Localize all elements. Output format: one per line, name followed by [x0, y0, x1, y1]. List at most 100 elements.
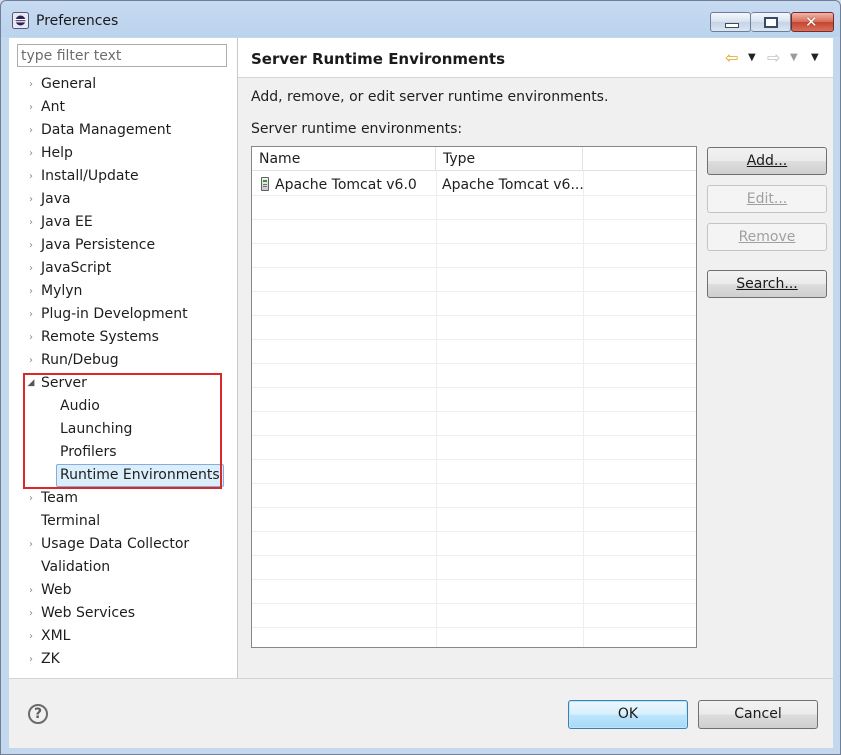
- tree-item[interactable]: Launching: [9, 418, 237, 441]
- tree-item[interactable]: › Install/Update: [9, 165, 237, 188]
- tree-item[interactable]: › Java Persistence: [9, 234, 237, 257]
- tree-item[interactable]: › Help: [9, 142, 237, 165]
- table-row-line: [252, 315, 696, 316]
- tree-item-label: General: [41, 76, 97, 92]
- expand-arrow-icon[interactable]: ›: [26, 211, 36, 234]
- title-bar[interactable]: Preferences ✕: [1, 1, 840, 41]
- expand-arrow-icon[interactable]: ›: [26, 625, 36, 648]
- collapse-arrow-icon[interactable]: ◢: [26, 372, 36, 395]
- column-header-type[interactable]: Type: [436, 147, 583, 171]
- edit-button[interactable]: Edit...: [707, 185, 827, 213]
- table-row-type[interactable]: Apache Tomcat v6...: [442, 173, 584, 197]
- filter-input[interactable]: [17, 44, 227, 67]
- close-button[interactable]: ✕: [791, 12, 834, 32]
- tree-item[interactable]: › JavaScript: [9, 257, 237, 280]
- preferences-window: Preferences ✕ › General › Ant › Data Manageme…: [0, 0, 841, 755]
- expand-arrow-icon[interactable]: ›: [26, 303, 36, 326]
- expand-arrow-icon[interactable]: ›: [26, 73, 36, 96]
- expand-arrow-icon[interactable]: ›: [26, 487, 36, 510]
- preference-tree-pane: › General › Ant › Data Management › Help › Instal…: [9, 38, 237, 678]
- tree-item[interactable]: › Mylyn: [9, 280, 237, 303]
- tree-item[interactable]: Validation: [9, 556, 237, 579]
- expand-arrow-icon[interactable]: ›: [26, 234, 36, 257]
- back-dropdown-icon[interactable]: ▼: [748, 52, 756, 63]
- minimize-icon: [725, 23, 739, 28]
- back-arrow-icon[interactable]: ⇦: [725, 48, 738, 67]
- expand-arrow-icon[interactable]: ›: [26, 96, 36, 119]
- cancel-button[interactable]: Cancel: [698, 700, 818, 729]
- forward-dropdown-icon[interactable]: ▼: [790, 52, 798, 63]
- expand-arrow-icon[interactable]: ›: [26, 349, 36, 372]
- table-row-line: [252, 531, 696, 532]
- tree-item[interactable]: › Usage Data Collector: [9, 533, 237, 556]
- help-icon[interactable]: ?: [28, 704, 48, 724]
- tree-item[interactable]: › Team: [9, 487, 237, 510]
- tree-item[interactable]: › Ant: [9, 96, 237, 119]
- table-row-line: [252, 267, 696, 268]
- expand-arrow-icon[interactable]: ›: [26, 326, 36, 349]
- tree-item[interactable]: › Data Management: [9, 119, 237, 142]
- button-bar-separator: [9, 678, 833, 679]
- expand-arrow-icon[interactable]: ›: [26, 280, 36, 303]
- tree-item-label: Server: [41, 375, 87, 391]
- expand-arrow-icon[interactable]: ›: [26, 648, 36, 671]
- minimize-button[interactable]: [710, 12, 751, 32]
- tree-item-label: Data Management: [41, 122, 172, 138]
- expand-arrow-icon[interactable]: ›: [26, 602, 36, 625]
- tree-item[interactable]: Audio: [9, 395, 237, 418]
- tree-item[interactable]: › ZK: [9, 648, 237, 671]
- dialog-client-area: › General › Ant › Data Management › Help › Instal…: [9, 38, 833, 748]
- maximize-button[interactable]: [751, 12, 791, 32]
- tree-item[interactable]: › Plug-in Development: [9, 303, 237, 326]
- close-icon: ✕: [805, 13, 818, 31]
- table-column-line: [583, 171, 584, 647]
- search-button[interactable]: Search...: [707, 270, 827, 298]
- table-row-line: [252, 555, 696, 556]
- tree-item[interactable]: › Java EE: [9, 211, 237, 234]
- table-row-line: [252, 411, 696, 412]
- table-row-line: [252, 507, 696, 508]
- table-row-line: [252, 387, 696, 388]
- tree-item-label: Web: [41, 582, 72, 598]
- tree-item[interactable]: ◢ Server: [9, 372, 237, 395]
- preference-page: Server Runtime Environments ⇦ ▼ ⇨ ▼ ▼ Ad…: [238, 38, 833, 678]
- tree-item-label: Mylyn: [41, 283, 83, 299]
- runtime-environments-table[interactable]: Name Type Apache Tomcat v6.0 Apache Tomc…: [251, 146, 697, 648]
- tree-item[interactable]: › XML: [9, 625, 237, 648]
- ok-button[interactable]: OK: [568, 700, 688, 729]
- tree-item[interactable]: › Web Services: [9, 602, 237, 625]
- tree-item[interactable]: › Run/Debug: [9, 349, 237, 372]
- remove-button[interactable]: Remove: [707, 223, 827, 251]
- tree-item-label: ZK: [41, 651, 60, 667]
- view-menu-icon[interactable]: ▼: [811, 52, 819, 63]
- table-row-line: [252, 627, 696, 628]
- table-row-line: [252, 363, 696, 364]
- tree-item[interactable]: Terminal: [9, 510, 237, 533]
- tree-item[interactable]: › Remote Systems: [9, 326, 237, 349]
- table-row-line: [252, 579, 696, 580]
- tree-item-label: Web Services: [41, 605, 136, 621]
- expand-arrow-icon[interactable]: ›: [26, 257, 36, 280]
- tree-item[interactable]: › General: [9, 73, 237, 96]
- add-button[interactable]: Add...: [707, 147, 827, 175]
- column-header-name[interactable]: Name: [252, 147, 436, 171]
- tree-item[interactable]: Profilers: [9, 441, 237, 464]
- tree-item-label: Remote Systems: [41, 329, 159, 345]
- tree-item-label: Help: [41, 145, 73, 161]
- tree-item[interactable]: Runtime Environments: [9, 464, 237, 487]
- expand-arrow-icon[interactable]: ›: [26, 165, 36, 188]
- tree-item[interactable]: › Web: [9, 579, 237, 602]
- expand-arrow-icon[interactable]: ›: [26, 142, 36, 165]
- tree-item-label: Plug-in Development: [41, 306, 188, 322]
- tree-item[interactable]: › Java: [9, 188, 237, 211]
- expand-arrow-icon[interactable]: ›: [26, 119, 36, 142]
- table-row-name[interactable]: Apache Tomcat v6.0: [275, 173, 417, 197]
- tree-item-label: Validation: [41, 559, 111, 575]
- expand-arrow-icon[interactable]: ›: [26, 579, 36, 602]
- forward-arrow-icon[interactable]: ⇨: [767, 48, 780, 67]
- tree-item-label: Install/Update: [41, 168, 139, 184]
- expand-arrow-icon[interactable]: ›: [26, 188, 36, 211]
- table-row-line: [252, 435, 696, 436]
- expand-arrow-icon[interactable]: ›: [26, 533, 36, 556]
- table-row-line: [252, 219, 696, 220]
